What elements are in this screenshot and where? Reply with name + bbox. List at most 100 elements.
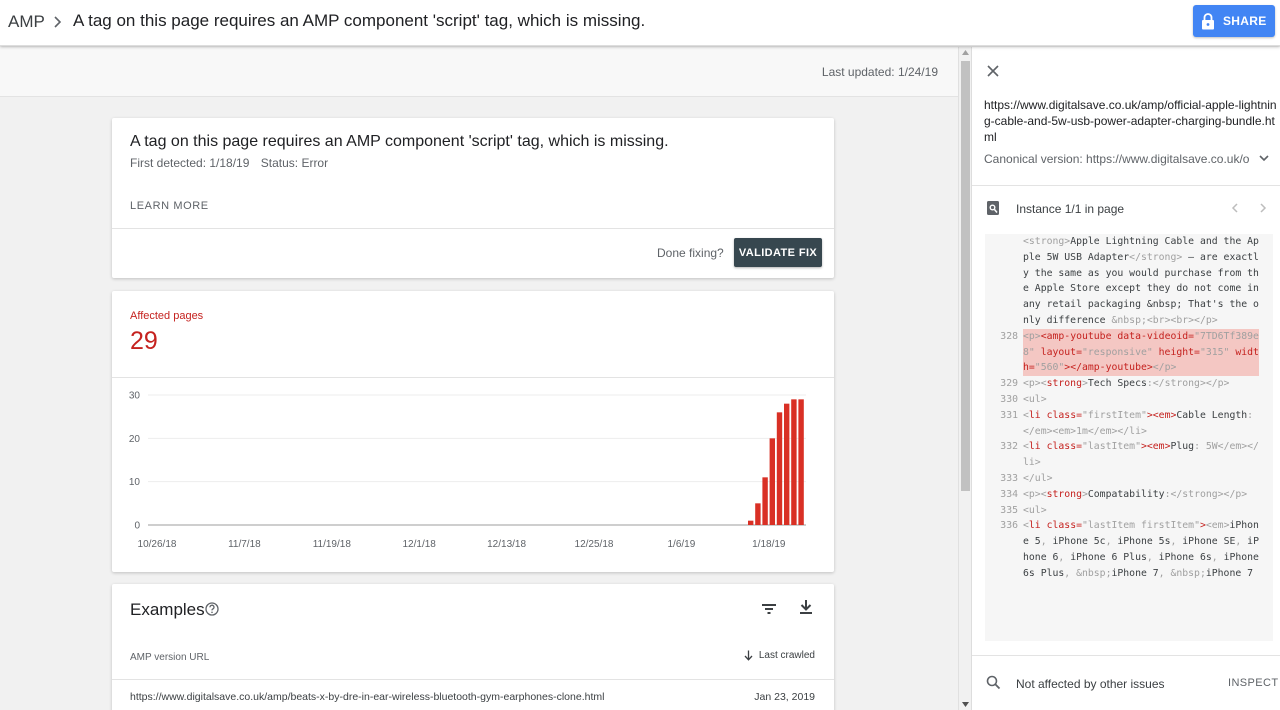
breadcrumb-amp[interactable]: AMP (8, 12, 45, 32)
scroll-up-icon[interactable] (962, 50, 969, 55)
affected-pages-count: 29 (130, 327, 158, 355)
scroll-down-icon[interactable] (962, 702, 969, 707)
main-scrollbar[interactable] (958, 47, 971, 710)
page-title: A tag on this page requires an AMP compo… (73, 11, 646, 30)
lock-icon (1202, 12, 1214, 29)
line-number: 328 (1000, 330, 1018, 342)
canonical-version[interactable]: Canonical version: https://www.digitalsa… (984, 152, 1249, 166)
issue-card: A tag on this page requires an AMP compo… (112, 118, 834, 278)
share-label: SHARE (1223, 14, 1267, 28)
line-number: 333 (1000, 472, 1018, 484)
examples-card: Examples AMP version URL Last crawled ht… (112, 584, 834, 710)
line-number: 334 (1000, 488, 1018, 500)
last-crawled-label: Last crawled (758, 650, 815, 661)
line-number: 335 (1000, 504, 1018, 516)
inspect-button[interactable]: INSPECT (1228, 677, 1278, 689)
line-content: <li class="lastItem"><em>Plug: 5W</em></… (1023, 441, 1259, 469)
line-content: </ul> (1023, 472, 1053, 484)
bar-1/21/19 (776, 412, 783, 525)
bar-1/22/19 (784, 403, 790, 525)
search-icon (986, 675, 1001, 690)
line-number: 332 (1000, 441, 1018, 453)
scroll-thumb[interactable] (961, 61, 970, 491)
code-viewer[interactable]: <strong>Apple Lightning Cable and the Ap… (985, 234, 1273, 641)
column-last-crawled[interactable]: Last crawled (744, 650, 815, 661)
divider (112, 679, 834, 680)
x-tick-label: 11/19/18 (313, 539, 352, 550)
close-icon[interactable] (986, 64, 1000, 78)
code-line: 332 <li class="lastItem"><em>Plug: 5W</em… (985, 439, 1273, 471)
divider (972, 185, 1280, 186)
bar-1/18/19 (755, 503, 761, 525)
line-content: <p><amp-youtube data-videoid="7TD6Tf389e… (1023, 328, 1259, 377)
line-number: 331 (1000, 409, 1018, 421)
search-doc-icon (987, 201, 999, 215)
divider (972, 655, 1280, 656)
code-line: 333 </ul> (985, 471, 1273, 487)
x-tick-label: 1/18/19 (752, 539, 786, 550)
issue-status: Status: Error (260, 156, 329, 170)
x-tick-label: 12/1/18 (403, 539, 437, 550)
affected-pages-card: Affected pages 29 0 10 20 30 10/26/18 11/7/18… (112, 291, 834, 572)
line-content: <ul> (1023, 393, 1047, 405)
issue-meta: First detected: 1/18/19 Status: Error (130, 156, 328, 170)
bar-1/23/19 (791, 399, 797, 525)
line-content: <li class="firstItem"><em>Cable Length: … (1023, 409, 1259, 437)
code-line: 335 <ul> (985, 503, 1273, 519)
instance-label: Instance 1/1 in page (1016, 202, 1125, 216)
bar-1/19/19 (762, 477, 768, 525)
issue-title: A tag on this page requires an AMP compo… (130, 133, 669, 150)
affected-pages-label: Affected pages (130, 310, 204, 322)
y-tick-label: 30 (129, 391, 141, 402)
top-bar: AMP A tag on this page requires an AMP c… (0, 0, 1280, 46)
learn-more-link[interactable]: LEARN MORE (130, 200, 209, 212)
examples-title: Examples (130, 600, 205, 619)
column-amp-url: AMP version URL (130, 652, 210, 663)
bar-1/17/19 (748, 520, 754, 525)
x-tick-label: 12/25/18 (575, 539, 614, 550)
detail-panel: https://www.digitalsave.co.uk/amp/offici… (971, 47, 1280, 710)
x-tick-label: 1/6/19 (667, 539, 695, 550)
line-content: <strong>Apple Lightning Cable and the Ap… (1023, 236, 1265, 326)
code-line: 334 <p><strong>Compatability:</strong></p… (985, 487, 1273, 503)
code-line: 329 <p><strong>Tech Specs:</strong></p> (985, 376, 1273, 392)
main-content: Last updated: 1/24/19 A tag on this page… (0, 47, 958, 710)
bar-1/20/19 (769, 438, 775, 525)
code-line: 328 <p><amp-youtube data-videoid="7TD6Tf3… (985, 328, 1273, 377)
divider (112, 228, 834, 229)
chevron-left-icon[interactable] (1230, 202, 1240, 214)
line-number: 336 (1000, 520, 1018, 532)
arrow-down-icon (744, 650, 753, 661)
affected-pages-chart: 0 10 20 30 10/26/18 11/7/18 11/19/18 12/1/18 12/… (129, 391, 806, 550)
line-content: <p><strong>Compatability:</strong></p> (1023, 488, 1248, 500)
example-url[interactable]: https://www.digitalsave.co.uk/amp/beats-… (130, 691, 604, 703)
code-line: <strong>Apple Lightning Cable and the Ap… (985, 234, 1273, 329)
line-number: 329 (1000, 378, 1018, 390)
download-icon[interactable] (798, 598, 814, 616)
chevron-right-icon[interactable] (1258, 202, 1268, 214)
page-url: https://www.digitalsave.co.uk/amp/offici… (984, 98, 1277, 144)
share-button[interactable]: SHARE (1193, 5, 1275, 37)
x-tick-label: 12/13/18 (487, 539, 526, 550)
chevron-right-icon (54, 16, 62, 28)
line-number (985, 234, 1023, 329)
code-line: 331 <li class="firstItem"><em>Cable Lengt… (985, 408, 1273, 440)
code-line: 336 <li class="lastItem firstItem"><em>iP… (985, 518, 1273, 581)
done-fixing-label: Done fixing? (657, 246, 724, 260)
line-content: <ul> (1023, 504, 1047, 516)
help-circle-icon[interactable] (205, 602, 219, 616)
first-detected: First detected: 1/18/19 (130, 156, 250, 170)
line-content: <p><strong>Tech Specs:</strong></p> (1023, 378, 1230, 390)
x-tick-label: 11/7/18 (228, 539, 261, 550)
validate-fix-button[interactable]: VALIDATE FIX (734, 238, 822, 267)
line-content: <li class="lastItem firstItem"><em>iPhon… (1023, 520, 1265, 579)
x-tick-label: 10/26/18 (138, 539, 177, 550)
last-updated: Last updated: 1/24/19 (821, 65, 938, 79)
main-header: Last updated: 1/24/19 (0, 47, 958, 97)
y-tick-label: 0 (134, 521, 140, 532)
chevron-down-icon[interactable] (1258, 153, 1270, 163)
code-line: 330 <ul> (985, 392, 1273, 408)
example-date: Jan 23, 2019 (754, 691, 815, 703)
filter-icon[interactable] (760, 600, 778, 618)
divider (112, 377, 834, 378)
